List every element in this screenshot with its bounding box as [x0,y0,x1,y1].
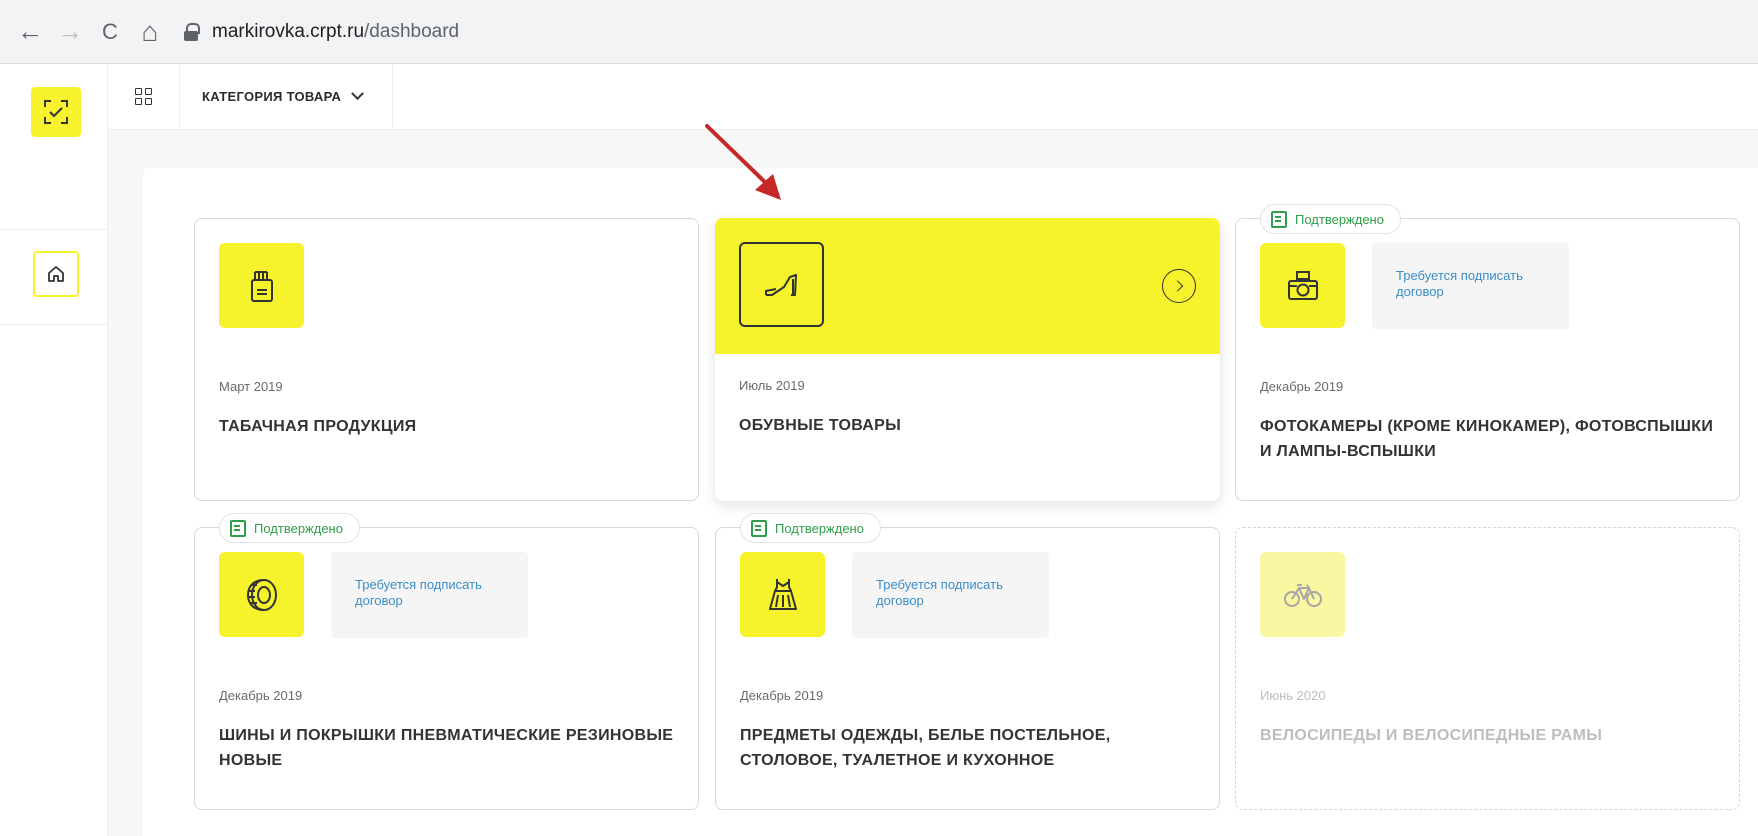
forward-button[interactable]: → [50,12,90,52]
address-bar[interactable]: markirovka.crpt.ru/dashboard [184,10,459,54]
reload-button[interactable]: C [90,12,130,52]
chevron-right-icon[interactable] [1162,269,1196,303]
bicycle-icon [1260,552,1345,637]
document-icon [230,519,246,537]
chevron-down-icon [351,87,365,101]
product-card-tires[interactable]: Подтверждено Требуется подписать договор… [194,513,699,810]
card-date: Июнь 2020 [1260,688,1326,703]
lock-icon [184,22,200,41]
home-button[interactable]: ⌂ [130,12,170,52]
status-badge: Подтверждено [219,513,360,543]
status-badge: Подтверждено [740,513,881,543]
product-card-shoes[interactable]: Июль 2019 ОБУВНЫЕ ТОВАРЫ [715,218,1220,501]
back-button[interactable]: ← [10,12,50,52]
home-icon [48,266,64,282]
card-title: ФОТОКАМЕРЫ (КРОМЕ КИНОКАМЕР), ФОТОВСПЫШК… [1260,418,1714,460]
shoe-icon [739,242,824,327]
document-icon [751,519,767,537]
status-badge: Подтверждено [1260,204,1401,234]
card-date: Март 2019 [219,379,283,394]
url-path: /dashboard [364,20,460,42]
main-content: Март 2019 ТАБАЧНАЯ ПРОДУКЦИЯ Июль 2019 О… [143,168,1758,836]
card-date: Декабрь 2019 [1260,379,1344,394]
rail-divider [0,229,108,230]
card-date: Декабрь 2019 [219,688,303,703]
cigarette-pack-icon [219,243,304,328]
tire-icon [219,552,304,637]
product-card-clothes[interactable]: Подтверждено Требуется подписать договор… [715,513,1220,810]
url-host: markirovka.crpt.ru [212,20,365,42]
product-card-bicycles: Июнь 2020 ВЕЛОСИПЕДЫ И ВЕЛОСИПЕДНЫЕ РАМЫ [1235,527,1740,810]
card-title: ШИНЫ И ПОКРЫШКИ ПНЕВМАТИЧЕСКИЕ РЕЗИНОВЫЕ… [219,727,674,769]
sign-contract-link[interactable]: Требуется подписать договор [331,552,528,638]
grid-icon [135,88,152,105]
document-icon [1271,210,1287,228]
left-rail [0,64,108,836]
scan-check-icon [44,100,68,124]
app-logo[interactable] [31,87,81,137]
card-title: ВЕЛОСИПЕДЫ И ВЕЛОСИПЕДНЫЕ РАМЫ [1260,727,1603,744]
dress-icon [740,552,825,637]
rail-divider [0,324,108,325]
apps-grid-button[interactable] [108,63,180,130]
product-card-cameras[interactable]: Подтверждено Требуется подписать договор… [1235,204,1740,501]
card-title: ОБУВНЫЕ ТОВАРЫ [739,417,902,434]
status-badge-label: Подтверждено [254,520,343,536]
card-date: Июль 2019 [739,378,805,393]
sign-contract-link[interactable]: Требуется подписать договор [852,552,1049,638]
category-dropdown-label: КАТЕГОРИЯ ТОВАРА [202,89,342,104]
camera-icon [1260,243,1345,328]
status-badge-label: Подтверждено [1295,211,1384,227]
browser-toolbar: ← → C ⌂ markirovka.crpt.ru/dashboard [0,0,1758,64]
card-date: Декабрь 2019 [740,688,824,703]
status-badge-label: Подтверждено [775,520,864,536]
home-nav-button[interactable] [33,251,79,297]
sign-contract-link[interactable]: Требуется подписать договор [1372,243,1569,329]
card-title: ТАБАЧНАЯ ПРОДУКЦИЯ [219,418,417,435]
annotation-arrow-icon [705,124,781,200]
product-card-tobacco[interactable]: Март 2019 ТАБАЧНАЯ ПРОДУКЦИЯ [194,218,699,501]
app-header: КАТЕГОРИЯ ТОВАРА [108,63,1758,130]
category-dropdown[interactable]: КАТЕГОРИЯ ТОВАРА [180,63,394,130]
card-title: ПРЕДМЕТЫ ОДЕЖДЫ, БЕЛЬЕ ПОСТЕЛЬНОЕ, СТОЛО… [740,727,1111,769]
